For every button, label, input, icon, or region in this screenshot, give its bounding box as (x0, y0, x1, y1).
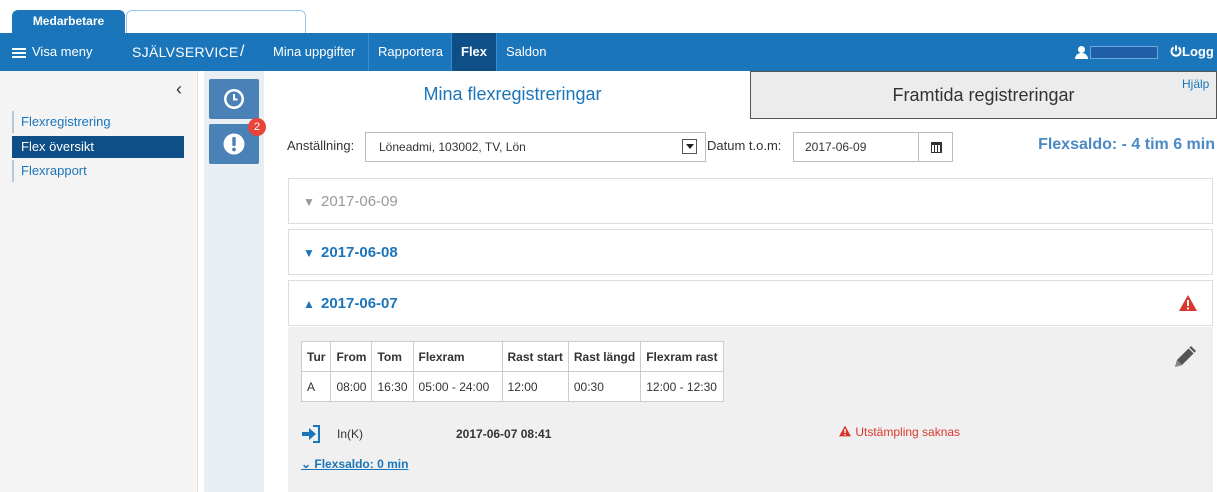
top-navbar: Visa meny SJÄLVSERVICE / Mina uppgifter … (0, 33, 1217, 71)
chevron-down-icon: ▼ (303, 195, 315, 209)
brand-title[interactable]: SJÄLVSERVICE (132, 33, 239, 71)
alerts-count-badge: 2 (248, 118, 266, 136)
day-date: 2017-06-09 (321, 193, 398, 210)
sidebar: ‹ Flexregistrering Flex översikt Flexrap… (0, 71, 198, 492)
icon-rail: 2 (204, 71, 266, 492)
chevron-down-icon: ▼ (303, 246, 315, 260)
day-row-expanded[interactable]: ▲ 2017-06-07 (288, 280, 1213, 326)
punch-row: In(K) 2017-06-07 08:41 Utstämpling sakna… (301, 423, 1001, 445)
table-cell: 12:00 - 12:30 (640, 371, 724, 402)
table-cell: A (300, 371, 332, 402)
table-row: A 08:00 16:30 05:00 - 24:00 12:00 00:30 … (300, 371, 724, 402)
show-menu-label: Visa meny (32, 44, 93, 59)
nav-separator: / (240, 43, 245, 60)
collapse-sidebar-icon[interactable]: ‹ (176, 79, 182, 100)
schedule-table: Tur From Tom Flexram Rast start Rast län… (300, 341, 724, 402)
day-row[interactable]: ▼ 2017-06-09 (288, 178, 1213, 224)
user-name-redacted (1090, 46, 1158, 60)
day-header[interactable]: ▼ 2017-06-08 (303, 230, 398, 276)
table-cell: 05:00 - 24:00 (412, 371, 503, 402)
table-header: Tom (371, 341, 414, 372)
employment-select[interactable]: Löneadmi, 103002, TV, Lön (365, 132, 706, 162)
date-label: Datum t.o.m: (707, 138, 782, 153)
app-tab-strip: Medarbetare (0, 0, 1217, 33)
alert-icon (223, 133, 245, 155)
table-header: From (330, 341, 373, 372)
day-details: Tur From Tom Flexram Rast start Rast län… (288, 327, 1213, 492)
main-panel: Mina flexregistreringar Framtida registr… (275, 71, 1217, 492)
help-link[interactable]: Hjälp (1182, 77, 1209, 91)
tab-medarbetare[interactable]: Medarbetare (12, 10, 125, 33)
sidebar-item-flex-oversikt[interactable]: Flex översikt (12, 136, 184, 158)
missing-punch-warning: Utstämpling saknas (838, 425, 960, 439)
hamburger-icon (12, 46, 26, 60)
date-field[interactable]: 2017-06-09 (793, 132, 918, 162)
nav-link-rapportera[interactable]: Rapportera (368, 33, 452, 71)
chevron-down-icon: ⌄ (301, 457, 315, 471)
alerts-button[interactable]: 2 (209, 118, 266, 164)
calendar-icon (931, 142, 942, 153)
chevron-down-icon[interactable] (682, 139, 697, 154)
warning-icon (1179, 295, 1197, 311)
day-header[interactable]: ▲ 2017-06-07 (303, 281, 398, 327)
warning-icon (839, 425, 851, 437)
table-cell: 00:30 (567, 371, 642, 402)
day-row[interactable]: ▼ 2017-06-08 (288, 229, 1213, 275)
punch-timestamp: 2017-06-07 08:41 (456, 427, 552, 441)
table-header: Tur (300, 341, 332, 372)
missing-punch-text: Utstämpling saknas (855, 425, 961, 439)
punch-type: In(K) (337, 427, 364, 441)
user-icon (1075, 46, 1088, 60)
table-header: Flexram (412, 341, 503, 372)
flexsaldo-link-label: Flexsaldo: 0 min (314, 457, 409, 471)
time-button[interactable] (209, 79, 259, 119)
user-menu[interactable] (1075, 33, 1158, 71)
day-header[interactable]: ▼ 2017-06-09 (303, 179, 398, 225)
sidebar-item-flexrapport[interactable]: Flexrapport (12, 160, 184, 182)
filter-row: Anställning: Löneadmi, 103002, TV, Lön D… (275, 131, 1217, 163)
sign-in-icon (302, 425, 320, 443)
logout-label: Logg (1182, 44, 1214, 59)
show-menu-button[interactable]: Visa meny (12, 33, 92, 71)
logout-button[interactable]: Logg (1170, 33, 1214, 71)
flex-balance: Flexsaldo: - 4 tim 6 min (1038, 136, 1215, 153)
table-cell: 16:30 (371, 371, 414, 402)
flexsaldo-toggle-link[interactable]: ⌄ Flexsaldo: 0 min (301, 457, 408, 471)
employment-value: Löneadmi, 103002, TV, Lön (379, 140, 526, 154)
table-header: Rast längd (567, 341, 642, 372)
tab-framtida-registreringar[interactable]: Framtida registreringar (750, 71, 1217, 119)
table-cell: 08:00 (330, 371, 373, 402)
table-header: Flexram rast (640, 341, 724, 372)
sidebar-item-flexregistrering[interactable]: Flexregistrering (12, 111, 184, 133)
nav-link-saldon[interactable]: Saldon (496, 33, 555, 71)
table-header: Rast start (501, 341, 569, 372)
power-icon (1170, 45, 1182, 57)
employment-label: Anställning: (287, 138, 355, 153)
edit-pencil-icon[interactable] (1171, 343, 1199, 371)
nav-link-mina-uppgifter[interactable]: Mina uppgifter (264, 33, 364, 71)
table-cell: 12:00 (501, 371, 569, 402)
nav-link-flex[interactable]: Flex (451, 33, 497, 71)
chevron-up-icon: ▲ (303, 297, 315, 311)
tab-mina-flexregistreringar[interactable]: Mina flexregistreringar (275, 71, 750, 119)
clock-icon (224, 89, 244, 109)
day-date: 2017-06-08 (321, 244, 398, 261)
tab-blank[interactable] (126, 10, 306, 33)
day-date: 2017-06-07 (321, 295, 398, 312)
calendar-button[interactable] (918, 132, 953, 162)
